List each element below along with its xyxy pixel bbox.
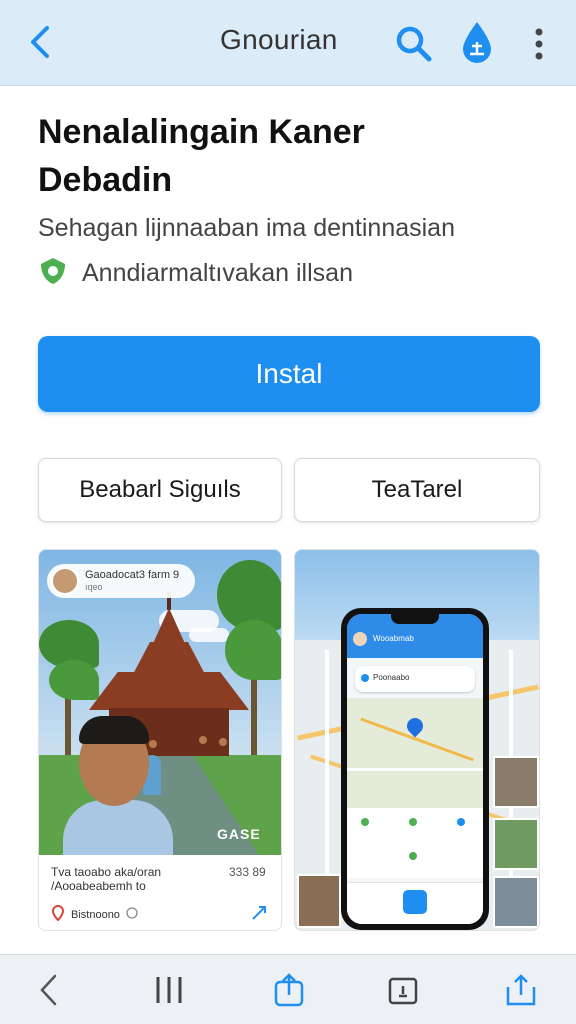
avatar [353, 632, 367, 646]
verified-shield-icon [38, 256, 68, 291]
phone-list [347, 808, 483, 878]
dot-icon [409, 852, 417, 860]
tabs-icon[interactable] [380, 967, 426, 1013]
phone-notch [391, 612, 439, 624]
back-chevron-icon[interactable] [26, 967, 72, 1013]
caption-line-2: /Aooabeabemh to [51, 879, 146, 893]
visitor [149, 740, 157, 748]
phone-screen: Wooabmab Poonaabo [347, 614, 483, 924]
app-title: Nenalalingain Kaner Debadin [38, 113, 365, 199]
verified-text: Anndiarmaltıvakan illsan [82, 259, 353, 287]
dot-icon [457, 818, 465, 826]
thumbnail-photo [493, 818, 539, 870]
caption-line-1: Tva taoabo aka/oran [51, 865, 162, 879]
secondary-button-right[interactable]: TeaTarel [294, 458, 540, 522]
visitor [199, 736, 207, 744]
phone-card-text: Poonaabo [373, 673, 410, 682]
map-road [347, 768, 483, 771]
dot-icon [361, 818, 369, 826]
verified-row: Anndiarmaltıvakan illsan [38, 256, 353, 291]
thumbnail-photo [493, 876, 539, 928]
selfie-person-shirt [63, 800, 173, 860]
post-count: 333 89 [229, 865, 266, 879]
location-text: Bistnoono [71, 908, 120, 921]
search-icon[interactable] [392, 22, 436, 66]
share-arrow-icon[interactable] [251, 905, 267, 924]
cloud [189, 628, 229, 642]
dot-icon [409, 818, 417, 826]
bottom-nav-bar [0, 954, 576, 1024]
chip-line-1: Gaoadocat3 farm 9 [85, 569, 180, 581]
thumbnail-photo [493, 756, 539, 808]
compass-icon [126, 907, 138, 922]
visitor [219, 738, 227, 746]
water-drop-icon[interactable] [455, 18, 499, 66]
palm-leaves [225, 620, 281, 680]
card-footer: Tva taoabo aka/oran /Aooabeabemh to 333 … [39, 855, 281, 930]
upload-icon[interactable] [498, 967, 544, 1013]
selfie-person-hair [79, 716, 149, 744]
location-pin-icon [51, 904, 65, 924]
photo-watermark: GASE [217, 826, 261, 842]
phone-map [347, 698, 483, 808]
palm-leaves [49, 660, 99, 700]
recents-icon[interactable] [146, 967, 192, 1013]
dot-icon [361, 674, 369, 682]
app-bar-title: Gnourian [220, 24, 338, 55]
app-subtitle: Sehagan lijnnaaban ima dentinnasian [38, 214, 455, 242]
profile-chip: Gaoadocat3 farm 9 ıqeo [47, 564, 195, 598]
share-icon[interactable] [266, 967, 312, 1013]
phone-header-text: Wooabmab [373, 634, 414, 643]
thumbnail-photo [297, 874, 341, 928]
more-vertical-icon[interactable] [522, 22, 556, 66]
secondary-button-left[interactable]: Beabarl Siguıls [38, 458, 282, 522]
top-app-bar: Gnourian [0, 0, 576, 86]
screenshot-card-1[interactable]: Gaoadocat3 farm 9 ıqeo GASE Tva taoabo a… [38, 549, 282, 931]
back-arrow-icon[interactable] [22, 22, 58, 62]
screenshot-card-2[interactable]: Wooabmab Poonaabo [294, 549, 540, 931]
avatar [51, 567, 79, 595]
chip-line-2: ıqeo [85, 582, 103, 592]
map-road [325, 650, 329, 910]
phone-search-card: Poonaabo [355, 666, 475, 692]
install-button[interactable]: Instal [38, 336, 540, 412]
phone-fab-icon [403, 890, 427, 914]
